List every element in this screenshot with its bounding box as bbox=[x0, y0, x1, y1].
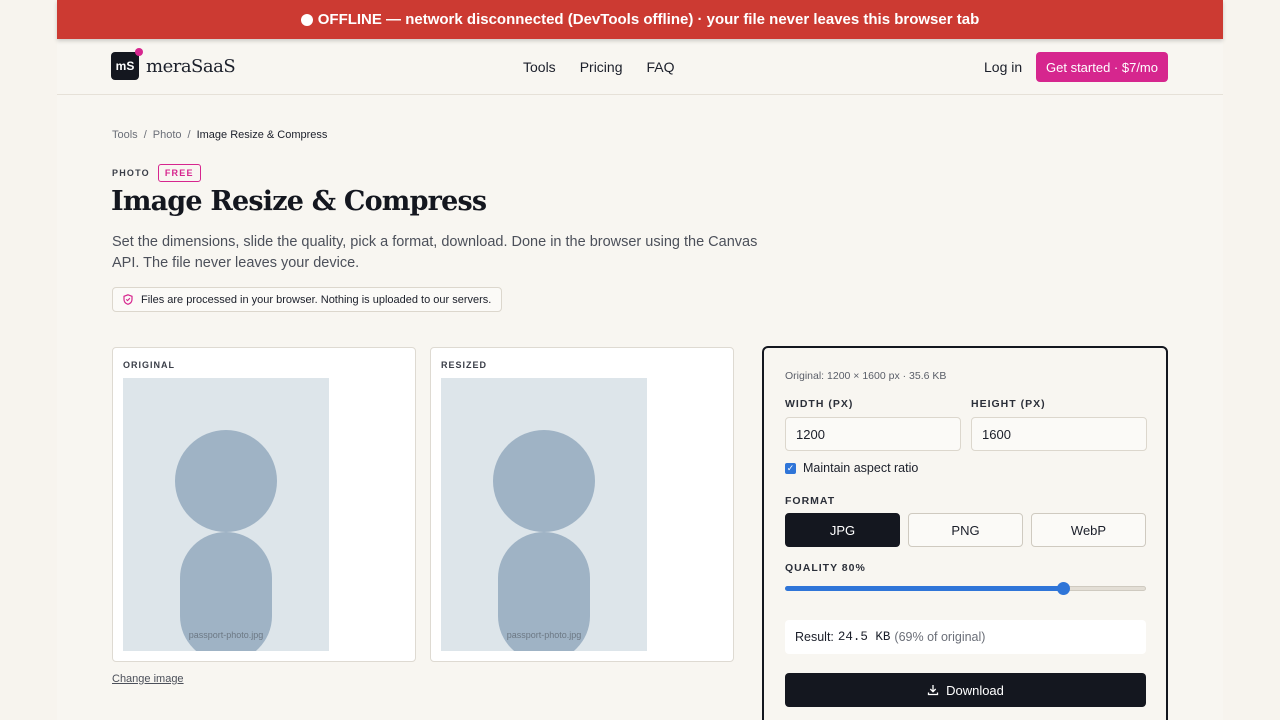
privacy-notice: Files are processed in your browser. Not… bbox=[112, 287, 503, 312]
breadcrumb-photo[interactable]: Photo bbox=[153, 129, 182, 141]
page: OFFLINE — network disconnected (DevTools… bbox=[57, 0, 1223, 720]
free-badge: FREE bbox=[157, 164, 201, 182]
change-image-link[interactable]: Change image bbox=[112, 673, 184, 685]
logo-mark: mS bbox=[111, 48, 143, 80]
breadcrumb-current: Image Resize & Compress bbox=[196, 129, 328, 141]
breadcrumb: Tools / Photo / Image Resize & Compress bbox=[112, 129, 327, 141]
original-label: ORIGINAL bbox=[123, 360, 175, 370]
download-icon bbox=[927, 685, 939, 696]
result-summary: Result: 24.5 KB (69% of original) bbox=[785, 620, 1146, 654]
result-percentage: (69% of original) bbox=[894, 630, 986, 644]
nav-link-faq[interactable]: FAQ bbox=[646, 59, 674, 75]
privacy-text: Files are processed in your browser. Not… bbox=[141, 293, 492, 306]
page-subtitle: Set the dimensions, slide the quality, p… bbox=[112, 234, 758, 271]
download-label: Download bbox=[946, 682, 1004, 698]
silhouette-head bbox=[175, 430, 277, 532]
aspect-ratio-label: Maintain aspect ratio bbox=[803, 461, 919, 475]
navbar: mS meraSaaS Tools Pricing FAQ Log in Get… bbox=[57, 39, 1223, 95]
aspect-ratio-toggle[interactable]: ✓ Maintain aspect ratio bbox=[785, 461, 918, 475]
format-jpg-button[interactable]: JPG bbox=[785, 513, 900, 547]
download-button[interactable]: Download bbox=[785, 673, 1146, 707]
nav-links: Tools Pricing FAQ bbox=[523, 59, 675, 75]
format-selector: JPG PNG WebP bbox=[785, 513, 1146, 547]
original-preview-card: ORIGINAL passport-photo.jpg bbox=[112, 347, 416, 662]
resized-preview-card: RESIZED passport-photo.jpg bbox=[430, 347, 734, 662]
breadcrumb-tools[interactable]: Tools bbox=[112, 129, 138, 141]
page-title: Image Resize & Compress bbox=[111, 186, 487, 217]
quality-slider[interactable] bbox=[785, 582, 1146, 595]
shield-icon bbox=[123, 294, 133, 305]
settings-panel: Original: 1200 × 1600 px · 35.6 KB WIDTH… bbox=[762, 346, 1168, 720]
offline-text: OFFLINE — network disconnected (DevTools… bbox=[317, 11, 980, 28]
brand-name: meraSaaS bbox=[146, 55, 236, 77]
offline-banner: OFFLINE — network disconnected (DevTools… bbox=[57, 0, 1223, 39]
width-input[interactable]: 1200 bbox=[785, 417, 961, 451]
format-webp-button[interactable]: WebP bbox=[1031, 513, 1146, 547]
result-prefix: Result: bbox=[795, 630, 834, 644]
get-started-button[interactable]: Get started · $7/mo bbox=[1036, 52, 1168, 82]
resized-filename: passport-photo.jpg bbox=[506, 630, 582, 640]
logo-mark-text: mS bbox=[115, 59, 135, 73]
breadcrumb-separator: / bbox=[187, 129, 191, 141]
category-label: PHOTO bbox=[112, 168, 150, 178]
silhouette-head bbox=[493, 430, 595, 532]
resized-image: passport-photo.jpg bbox=[441, 378, 647, 651]
original-filename: passport-photo.jpg bbox=[188, 630, 264, 640]
dot-icon bbox=[300, 13, 313, 26]
login-link[interactable]: Log in bbox=[984, 59, 1022, 75]
logo-dot-icon bbox=[135, 48, 143, 56]
result-size: 24.5 KB bbox=[837, 630, 891, 644]
quality-slider-fill bbox=[785, 586, 1063, 591]
quality-label: QUALITY 80% bbox=[785, 562, 866, 574]
quality-slider-thumb[interactable] bbox=[1056, 582, 1070, 595]
resized-label: RESIZED bbox=[441, 360, 488, 370]
height-label: HEIGHT (PX) bbox=[971, 398, 1046, 410]
aspect-ratio-checkbox[interactable]: ✓ bbox=[785, 462, 796, 474]
nav-link-tools[interactable]: Tools bbox=[523, 59, 556, 75]
width-label: WIDTH (PX) bbox=[785, 398, 854, 410]
original-image: passport-photo.jpg bbox=[123, 378, 329, 651]
breadcrumb-separator: / bbox=[143, 129, 147, 141]
format-png-button[interactable]: PNG bbox=[908, 513, 1023, 547]
height-input[interactable]: 1600 bbox=[971, 417, 1147, 451]
category-eyebrow: PHOTO FREE bbox=[112, 164, 201, 182]
format-label: FORMAT bbox=[785, 495, 836, 507]
original-info: Original: 1200 × 1600 px · 35.6 KB bbox=[785, 370, 947, 382]
logo[interactable]: mS meraSaaS bbox=[111, 48, 236, 80]
nav-link-pricing[interactable]: Pricing bbox=[580, 59, 623, 75]
